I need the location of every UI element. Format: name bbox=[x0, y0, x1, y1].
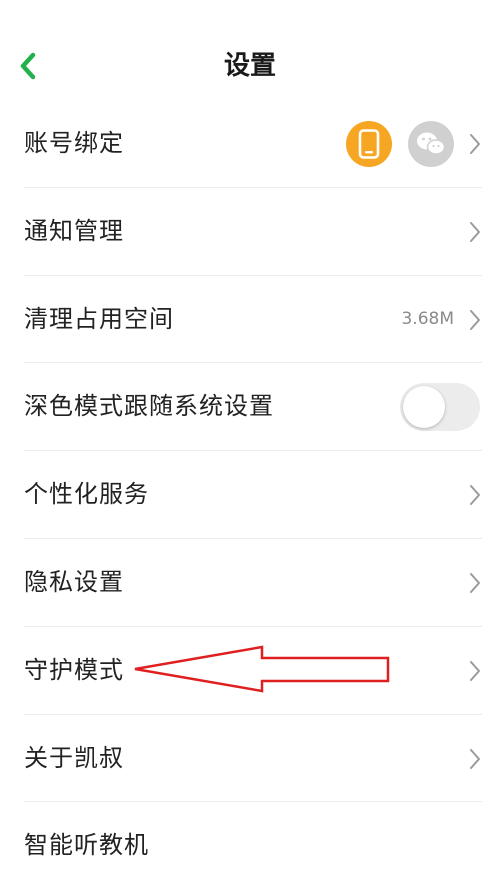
chevron-right-icon bbox=[470, 309, 480, 330]
chevron-right-icon bbox=[470, 748, 480, 769]
row-label: 深色模式跟随系统设置 bbox=[24, 392, 274, 421]
settings-list: 账号绑定 通知管理 清理占用空间 3.68M 深色模式跟随系统设置 个性化服务 … bbox=[0, 100, 500, 888]
page-title: 设置 bbox=[223, 51, 276, 81]
phone-glyph-icon bbox=[358, 129, 380, 159]
settings-row-about[interactable]: 关于凯叔 bbox=[0, 715, 500, 803]
settings-row-account-binding[interactable]: 账号绑定 bbox=[0, 100, 500, 188]
phone-icon[interactable] bbox=[346, 121, 392, 167]
wechat-icon[interactable] bbox=[408, 121, 454, 167]
toggle-knob bbox=[403, 386, 445, 429]
settings-screen: 设置 账号绑定 通知管理 清理占用空间 3.68M 深色模式跟随系统设置 个性化… bbox=[0, 0, 500, 888]
settings-row-privacy[interactable]: 隐私设置 bbox=[0, 539, 500, 627]
settings-row-clear-storage[interactable]: 清理占用空间 3.68M bbox=[0, 276, 500, 364]
storage-size-value: 3.68M bbox=[401, 308, 454, 329]
wechat-glyph-icon bbox=[417, 132, 446, 155]
chevron-right-icon bbox=[470, 485, 480, 506]
chevron-right-icon bbox=[470, 221, 480, 242]
settings-row-smart-device[interactable]: 智能听教机 bbox=[0, 802, 500, 888]
settings-row-personalization[interactable]: 个性化服务 bbox=[0, 451, 500, 539]
dark-mode-toggle[interactable] bbox=[400, 383, 480, 432]
row-label: 隐私设置 bbox=[24, 567, 124, 596]
chevron-right-icon bbox=[470, 134, 480, 154]
settings-row-guardian-mode[interactable]: 守护模式 bbox=[0, 627, 500, 715]
row-label: 智能听教机 bbox=[24, 831, 149, 860]
account-bind-icons bbox=[346, 121, 454, 167]
row-label: 通知管理 bbox=[24, 216, 124, 245]
row-label: 关于凯叔 bbox=[24, 743, 124, 772]
row-label: 守护模式 bbox=[24, 655, 124, 684]
row-label: 账号绑定 bbox=[24, 129, 124, 157]
chevron-right-icon bbox=[470, 572, 480, 593]
row-label: 个性化服务 bbox=[24, 480, 149, 509]
settings-row-dark-mode: 深色模式跟随系统设置 bbox=[0, 363, 500, 452]
settings-row-notifications[interactable]: 通知管理 bbox=[0, 188, 500, 276]
chevron-right-icon bbox=[470, 660, 480, 681]
row-label: 清理占用空间 bbox=[24, 304, 174, 333]
